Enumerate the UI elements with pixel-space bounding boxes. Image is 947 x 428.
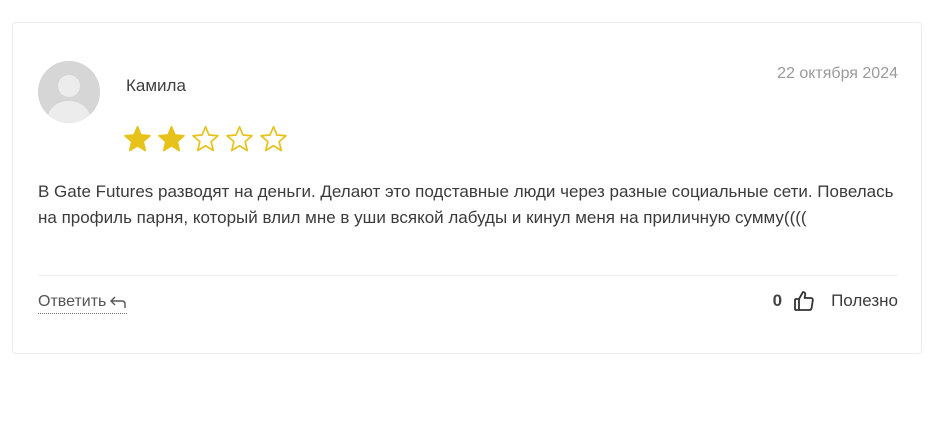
helpful-section: 0 Полезно	[773, 289, 898, 313]
divider	[38, 275, 898, 276]
user-silhouette-icon	[38, 61, 100, 123]
helpful-count: 0	[772, 291, 783, 310]
review-date: 22 октября 2024	[777, 65, 898, 82]
rating-stars	[123, 125, 288, 154]
reply-label: Ответить	[38, 293, 107, 310]
avatar	[38, 61, 100, 123]
reply-arrow-icon	[109, 295, 127, 309]
star-empty-icon	[259, 125, 288, 154]
review-author: Камила	[126, 76, 186, 95]
helpful-label: Полезно	[831, 291, 898, 310]
star-filled-icon	[157, 125, 186, 154]
thumbs-up-icon[interactable]	[792, 289, 816, 313]
review-text: В Gate Futures разводят на деньги. Делаю…	[38, 182, 894, 227]
review-card: Камила 22 октября 2024 В Gate Futures ра…	[12, 22, 922, 354]
reply-button[interactable]: Ответить	[38, 293, 128, 314]
star-empty-icon	[225, 125, 254, 154]
star-empty-icon	[191, 125, 220, 154]
star-filled-icon	[123, 125, 152, 154]
